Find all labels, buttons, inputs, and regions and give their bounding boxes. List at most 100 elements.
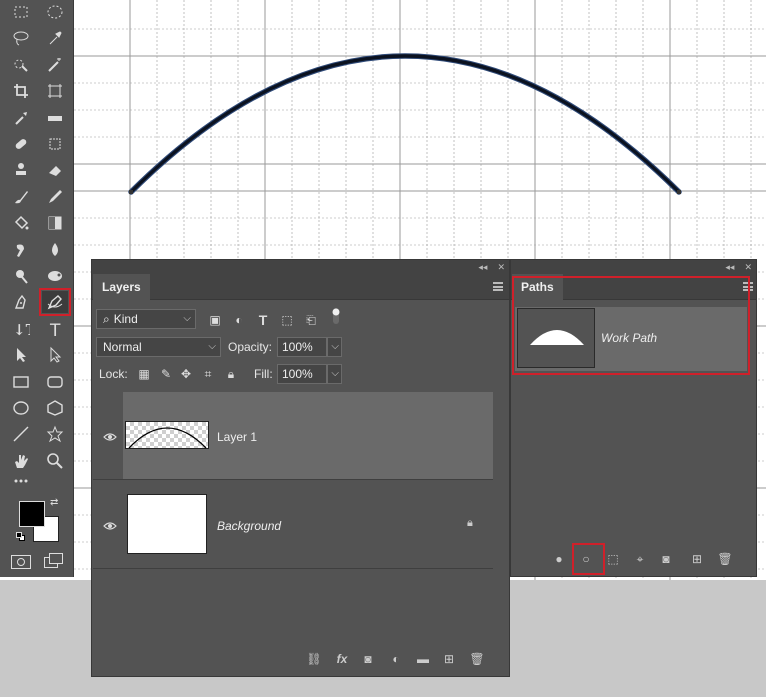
link-layers-icon[interactable]: ⛓	[306, 651, 322, 667]
vertical-type-icon[interactable]: ↓T	[8, 318, 34, 340]
chevron-down-icon: ⌵	[208, 341, 216, 352]
lock-label: Lock:	[99, 367, 128, 381]
new-layer-icon[interactable]: ⊞	[441, 651, 457, 667]
filter-adjustment-icon[interactable]: ◐	[231, 312, 247, 328]
opacity-label: Opacity:	[228, 340, 273, 354]
layer-1-thumbnail	[125, 421, 209, 449]
delete-path-icon[interactable]: 🗑︎	[717, 551, 733, 567]
polygon-icon[interactable]	[42, 397, 68, 419]
filter-shape-icon[interactable]: ⬚	[279, 312, 295, 328]
direct-selection-icon[interactable]	[42, 344, 68, 366]
eyedropper-icon[interactable]	[42, 27, 68, 49]
lock-all-icon[interactable]: 🔒︎	[223, 366, 239, 382]
make-work-path-from-selection-button[interactable]: ⌖	[632, 551, 648, 567]
collapse-icon[interactable]: ◂◂	[725, 262, 734, 273]
fill-dropdown-button[interactable]: ⌵	[327, 364, 342, 384]
pen-icon[interactable]	[8, 291, 34, 313]
blend-mode-value: Normal	[103, 340, 142, 354]
rect-marquee-icon[interactable]	[8, 1, 34, 23]
chevron-down-icon: ⌵	[183, 313, 191, 324]
lock-position-icon[interactable]: ✥	[178, 366, 194, 382]
lock-icon: 🔒︎	[467, 517, 473, 529]
filter-pixel-icon[interactable]: ▣	[207, 312, 223, 328]
new-path-icon[interactable]: ⊞	[689, 551, 705, 567]
crop-icon[interactable]	[8, 80, 34, 102]
panel-menu-icon[interactable]	[493, 282, 503, 291]
rounded-rectangle-icon[interactable]	[42, 371, 68, 393]
eraser-icon[interactable]	[42, 159, 68, 181]
default-colors-icon[interactable]	[16, 532, 26, 542]
paint-bucket-icon[interactable]	[8, 212, 34, 234]
layer-row-layer-1[interactable]: Layer 1	[93, 392, 493, 480]
opacity-value: 100%	[282, 340, 313, 354]
line-icon[interactable]	[8, 423, 34, 445]
color-sampler-icon[interactable]	[8, 107, 34, 129]
stamp-icon[interactable]	[8, 159, 34, 181]
zoom-icon[interactable]	[42, 450, 68, 472]
blend-mode-select[interactable]: Normal ⌵	[96, 337, 221, 357]
visibility-eye-icon[interactable]	[103, 521, 117, 531]
lock-artboard-icon[interactable]: ⌗	[200, 366, 216, 382]
layers-panel: ◂◂ ✕ Layers ⌕ Kind ⌵ ▣ ◐ T ⬚ ⎗ Normal ⌵ O…	[91, 259, 510, 677]
layer-name[interactable]: Layer 1	[217, 430, 257, 444]
adjustment-layer-icon[interactable]: ◐	[388, 651, 404, 667]
sponge-icon[interactable]	[42, 265, 68, 287]
filter-toggle-icon[interactable]	[328, 308, 344, 324]
gradient-icon[interactable]	[42, 212, 68, 234]
custom-shape-icon[interactable]	[42, 423, 68, 445]
ruler-icon[interactable]	[42, 107, 68, 129]
add-mask-icon[interactable]: ◙	[360, 651, 376, 667]
ellipse-marquee-icon[interactable]	[42, 1, 68, 23]
fill-path-with-foreground-button[interactable]: ●	[551, 551, 567, 567]
panel-collapse-bar[interactable]: ◂◂ ✕	[92, 260, 509, 274]
curvature-pen-icon[interactable]	[39, 288, 71, 317]
add-mask-icon[interactable]: ◙	[658, 551, 674, 567]
new-group-icon[interactable]: ▬	[415, 651, 431, 667]
background-thumbnail	[127, 494, 207, 554]
delete-layer-icon[interactable]: 🗑︎	[469, 651, 485, 667]
lock-transparent-pixels-icon[interactable]: ▦	[136, 366, 152, 382]
layer-row-background[interactable]: Background 🔒︎	[93, 481, 493, 569]
close-panel-icon[interactable]: ✕	[497, 262, 505, 273]
more-tools-icon[interactable]	[8, 470, 34, 492]
patch-icon[interactable]	[42, 133, 68, 155]
path-selection-icon[interactable]	[8, 344, 34, 366]
blur-icon[interactable]	[42, 239, 68, 261]
type-icon[interactable]: T	[42, 318, 68, 340]
tab-layers[interactable]: Layers	[93, 274, 150, 301]
layer-name[interactable]: Background	[217, 519, 281, 533]
filter-smart-object-icon[interactable]: ⎗	[303, 312, 319, 328]
ellipse-icon[interactable]	[8, 397, 34, 419]
svg-text:↓T: ↓T	[13, 321, 30, 338]
filter-type-icon[interactable]: T	[255, 312, 271, 328]
layer-style-icon[interactable]: fx	[334, 651, 350, 667]
chevron-down-icon: ⌵	[331, 368, 339, 379]
healing-brush-icon[interactable]	[8, 133, 34, 155]
rectangle-icon[interactable]	[8, 371, 34, 393]
foreground-color-swatch[interactable]	[19, 501, 45, 527]
close-panel-icon[interactable]: ✕	[744, 262, 752, 273]
frame-icon[interactable]	[42, 80, 68, 102]
panel-collapse-bar[interactable]: ◂◂ ✕	[511, 260, 756, 274]
swap-colors-icon[interactable]: ⇄	[50, 497, 58, 508]
brush-icon[interactable]	[8, 186, 34, 208]
dodge-icon[interactable]	[8, 265, 34, 287]
tools-panel: ↓T T ⇄	[0, 0, 74, 577]
fill-label: Fill:	[254, 367, 273, 381]
visibility-eye-icon[interactable]	[103, 432, 117, 442]
quick-mask-icon[interactable]	[11, 555, 31, 569]
hand-icon[interactable]	[8, 450, 34, 472]
screen-mode-icon[interactable]	[44, 553, 64, 569]
opacity-input[interactable]: 100%	[277, 337, 327, 357]
quick-select-icon[interactable]	[8, 54, 34, 76]
smudge-icon[interactable]	[8, 239, 34, 261]
lasso-icon[interactable]	[8, 27, 34, 49]
layer-filter-kind-select[interactable]: ⌕ Kind ⌵	[96, 309, 196, 329]
load-path-as-selection-button[interactable]: ⬚	[605, 551, 621, 567]
opacity-dropdown-button[interactable]: ⌵	[327, 337, 342, 357]
pencil-icon[interactable]	[42, 186, 68, 208]
magic-wand-icon[interactable]	[42, 54, 68, 76]
lock-image-pixels-icon[interactable]: ✎	[158, 366, 174, 382]
collapse-icon[interactable]: ◂◂	[478, 262, 487, 273]
fill-input[interactable]: 100%	[277, 364, 327, 384]
